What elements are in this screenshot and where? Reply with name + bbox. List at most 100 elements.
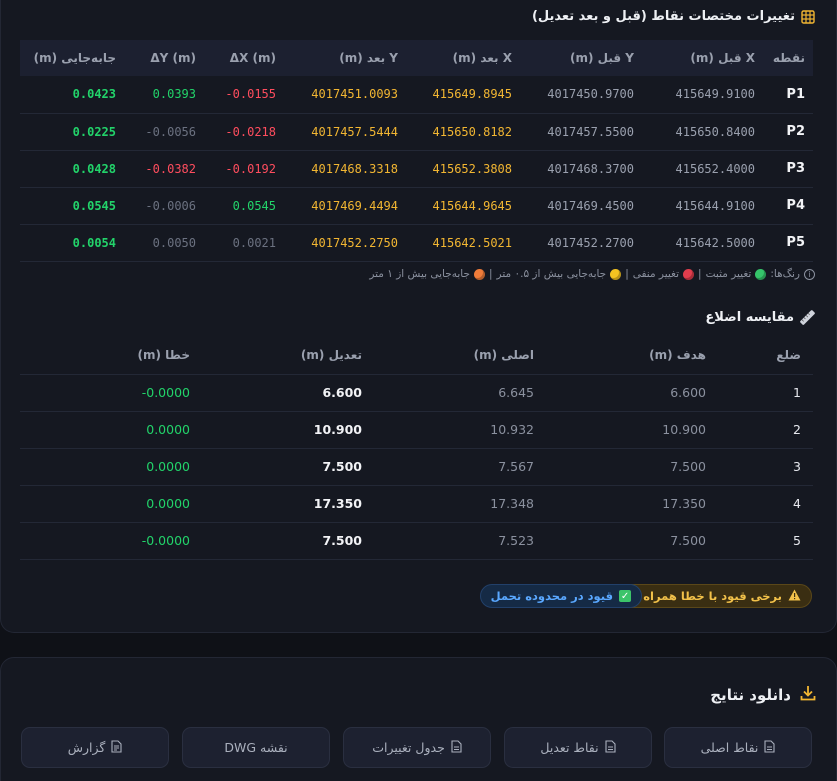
dy-cell: 0.0006- (124, 187, 204, 225)
target-cell: 7.500 (546, 522, 718, 560)
col-y-before: Y قبل (m) (569, 51, 634, 65)
original-cell: 7.567 (374, 448, 546, 486)
download-icon (799, 684, 817, 706)
col-point: نقطه (772, 51, 805, 65)
side-row: 3 7.500 7.567 7.500 0.0000 (20, 448, 813, 486)
side-row: 5 7.500 7.523 7.500 0.0000- (20, 522, 813, 560)
y-before-cell: 4017457.5500 (520, 113, 642, 151)
col-side: ضلع (718, 337, 813, 375)
side-cell: 2 (718, 411, 813, 449)
col-adjusted: تعدیل (m) (202, 337, 374, 375)
point-cell: P5 (763, 224, 813, 262)
ok-badge: ✓ قیود در محدوده تحمل (479, 584, 642, 608)
side-cell: 1 (718, 374, 813, 412)
download-dwg-map-button[interactable]: نقشه DWG (182, 727, 330, 768)
table-row: P5 415642.5000 4017452.2700 415642.5021 4017… (20, 224, 813, 262)
table-icon (801, 9, 815, 24)
check-icon: ✓ (619, 590, 631, 602)
error-cell: 0.0000 (20, 411, 202, 449)
changes-title: تغییرات مختصات نقاط (قبل و بعد تعدیل) (532, 9, 815, 24)
col-target: هدف (m) (546, 337, 718, 375)
col-error: خطا (m) (20, 337, 202, 375)
error-cell: 0.0000- (20, 374, 202, 412)
point-cell: P4 (763, 187, 813, 225)
y-after-cell: 4017451.0093 (284, 76, 406, 114)
disp-cell: 0.0423 (20, 76, 124, 114)
target-cell: 6.600 (546, 374, 718, 412)
x-after-cell: 415649.8945 (406, 76, 520, 114)
error-cell: 0.0000- (20, 522, 202, 560)
x-before-cell: 415650.8400 (642, 113, 763, 151)
dy-cell: 0.0393 (124, 76, 204, 114)
point-cell: P2 (763, 113, 813, 151)
warning-icon (788, 589, 801, 604)
dy-cell: 0.0056- (124, 113, 204, 151)
changes-table: نقطه X قبل (m) Y قبل (m) X بعد (m) Y بعد… (20, 40, 813, 262)
red-dot-icon (683, 268, 695, 280)
table-row: P2 415650.8400 4017457.5500 415650.8182 4017… (20, 113, 813, 151)
point-cell: P3 (763, 150, 813, 188)
side-row: 2 10.900 10.932 10.900 0.0000 (20, 411, 813, 449)
adjusted-cell: 17.350 (202, 485, 374, 523)
col-y-after: Y بعد (m) (339, 51, 398, 65)
target-cell: 10.900 (546, 411, 718, 449)
table-row: P4 415644.9100 4017469.4500 415644.9645 4017… (20, 187, 813, 225)
yellow-dot-icon (610, 268, 622, 280)
col-disp: جابه‌جایی (m) (33, 51, 116, 65)
file-icon (605, 739, 616, 756)
disp-cell: 0.0545 (20, 187, 124, 225)
col-original: اصلی (m) (374, 337, 546, 375)
y-after-cell: 4017452.2750 (284, 224, 406, 262)
side-cell: 3 (718, 448, 813, 486)
y-before-cell: 4017468.3700 (520, 150, 642, 188)
download-title: دانلود نتایج (710, 684, 817, 706)
disp-cell: 0.0054 (20, 224, 124, 262)
table-row: P3 415652.4000 4017468.3700 415652.3808 4017… (20, 150, 813, 188)
side-row: 1 6.600 6.645 6.600 0.0000- (20, 374, 813, 412)
error-cell: 0.0000 (20, 448, 202, 486)
y-after-cell: 4017468.3318 (284, 150, 406, 188)
y-before-cell: 4017452.2700 (520, 224, 642, 262)
download-report-button[interactable]: گزارش (21, 727, 169, 768)
info-icon: i (804, 268, 815, 280)
target-cell: 17.350 (546, 485, 718, 523)
file-icon (451, 739, 462, 756)
side-row: 4 17.350 17.348 17.350 0.0000 (20, 485, 813, 523)
side-cell: 4 (718, 485, 813, 523)
x-before-cell: 415644.9100 (642, 187, 763, 225)
color-legend: i رنگ‌ها: تغییر مثبت | تغییر منفی | جابه… (369, 268, 815, 280)
download-original-points-button[interactable]: نقاط اصلی (664, 727, 812, 768)
x-before-cell: 415652.4000 (642, 150, 763, 188)
dy-cell: 0.0050 (124, 224, 204, 262)
disp-cell: 0.0225 (20, 113, 124, 151)
col-dx: ΔX (m) (229, 51, 276, 65)
col-x-after: X بعد (m) (452, 51, 512, 65)
point-cell: P1 (763, 76, 813, 114)
y-before-cell: 4017450.9700 (520, 76, 642, 114)
file-icon (764, 739, 775, 756)
sides-title: مقایسه اضلاع (705, 310, 815, 325)
side-cell: 5 (718, 522, 813, 560)
dx-cell: 0.0155- (204, 76, 284, 114)
x-before-cell: 415649.9100 (642, 76, 763, 114)
table-row: P1 415649.9100 4017450.9700 415649.8945 4017… (20, 76, 813, 114)
x-after-cell: 415644.9645 (406, 187, 520, 225)
target-cell: 7.500 (546, 448, 718, 486)
sides-header-row: ضلع هدف (m) اصلی (m) تعدیل (m) خطا (m) (20, 337, 813, 375)
sides-table: ضلع هدف (m) اصلی (m) تعدیل (m) خطا (m) 1… (20, 337, 813, 560)
y-after-cell: 4017457.5444 (284, 113, 406, 151)
y-before-cell: 4017469.4500 (520, 187, 642, 225)
dx-cell: 0.0192- (204, 150, 284, 188)
x-before-cell: 415642.5000 (642, 224, 763, 262)
error-cell: 0.0000 (20, 485, 202, 523)
y-after-cell: 4017469.4494 (284, 187, 406, 225)
download-adjusted-points-button[interactable]: نقاط تعدیل (504, 727, 652, 768)
dy-cell: 0.0382- (124, 150, 204, 188)
original-cell: 17.348 (374, 485, 546, 523)
x-after-cell: 415650.8182 (406, 113, 520, 151)
original-cell: 10.932 (374, 411, 546, 449)
download-changes-table-button[interactable]: جدول تغییرات (343, 727, 491, 768)
dx-cell: 0.0021 (204, 224, 284, 262)
disp-cell: 0.0428 (20, 150, 124, 188)
col-x-before: X قبل (m) (690, 51, 755, 65)
